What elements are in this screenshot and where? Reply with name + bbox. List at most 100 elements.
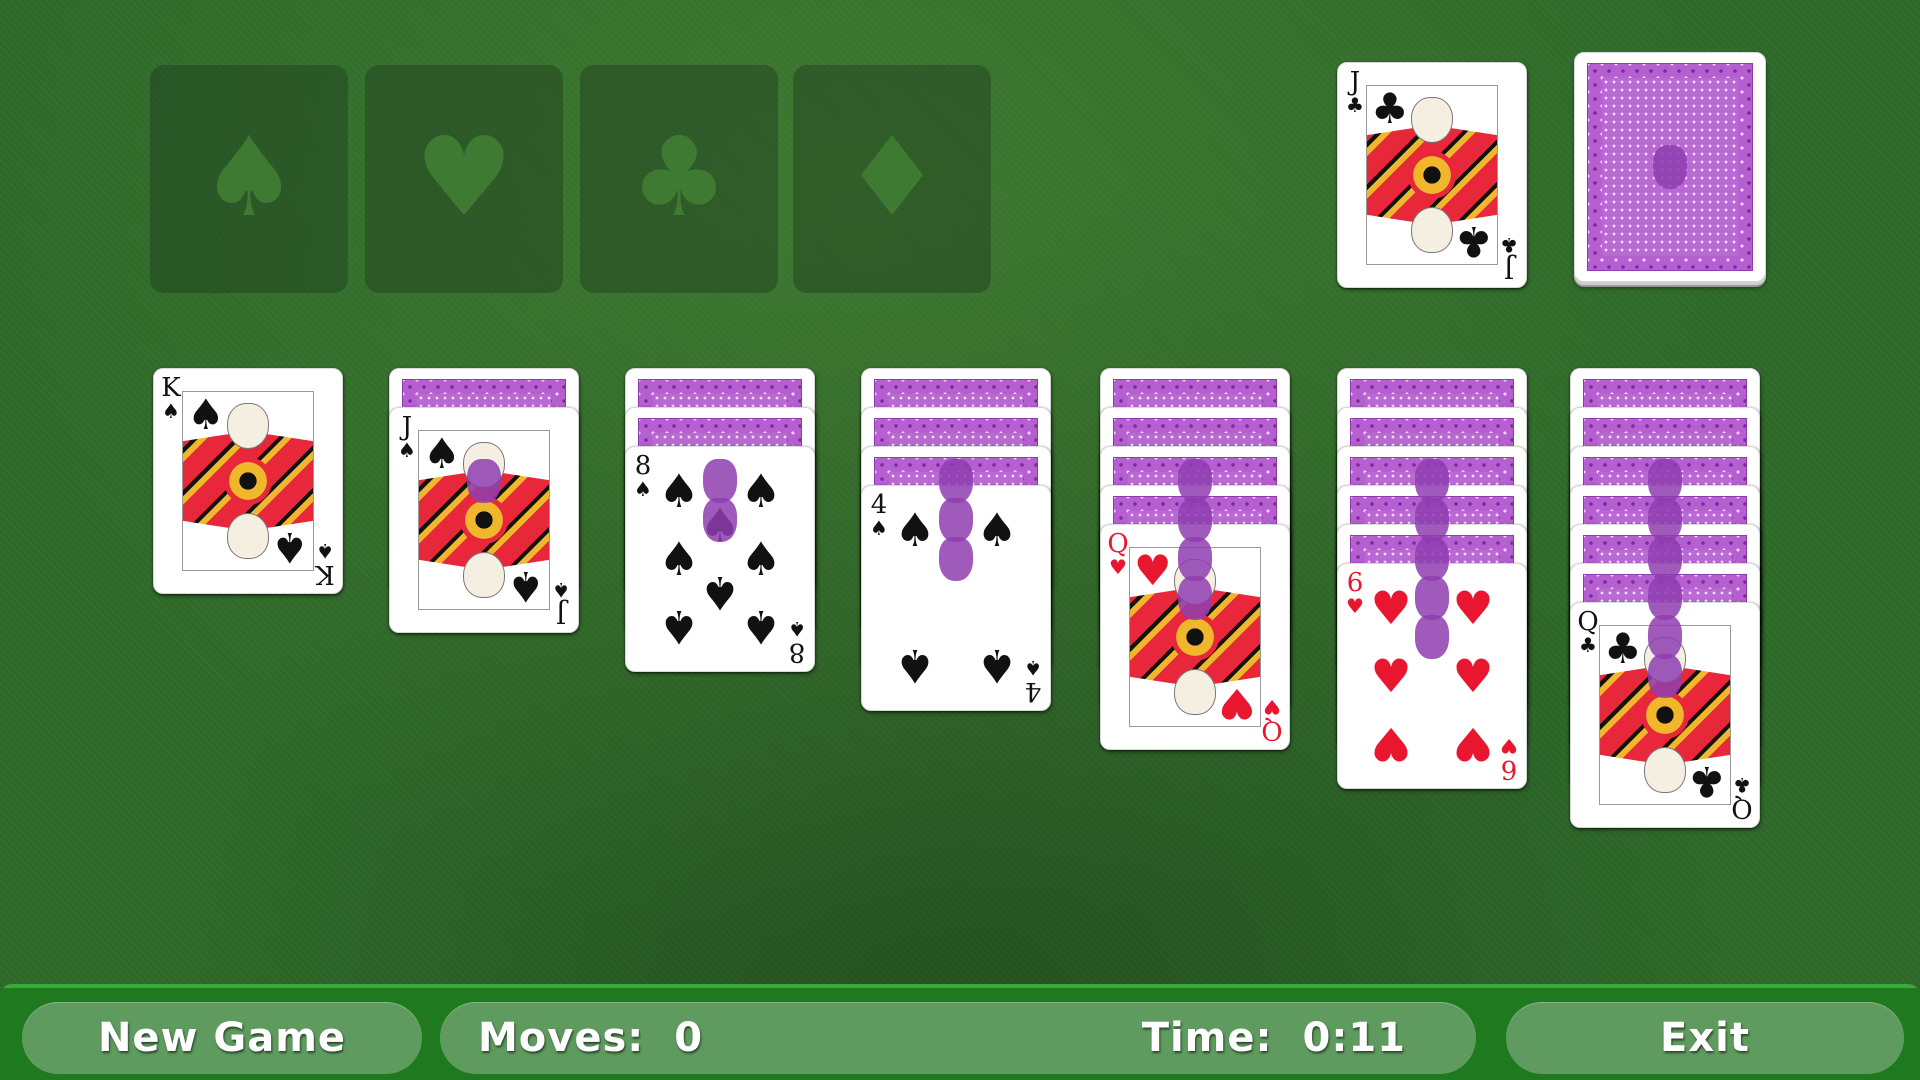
court-face — [227, 402, 269, 449]
card-index-tl: 6 ♥ — [1344, 570, 1366, 616]
club-icon: ♣ — [1455, 217, 1493, 265]
spade-pip-icon: ♠ — [740, 463, 782, 518]
card-index-br: J ♠ — [550, 578, 572, 628]
spade-icon: ♠ — [552, 578, 570, 602]
court-medallion — [1408, 151, 1456, 199]
card-back-emblem-icon — [1178, 576, 1212, 620]
spade-pip-icon: ♠ — [976, 502, 1018, 557]
court-face — [463, 552, 505, 599]
waste-top-card[interactable]: J ♣ J ♣ ♣ ♣ — [1337, 62, 1527, 288]
card-rank: K — [315, 559, 335, 589]
face-up-card[interactable]: K ♠ K ♠ ♠ ♠ — [153, 368, 343, 594]
court-medallion — [224, 457, 272, 505]
card-back-emblem-icon — [1178, 498, 1212, 542]
card-index-br: 4 ♠ — [1022, 656, 1044, 706]
spade-icon: ♠ — [788, 617, 806, 641]
foundation-clubs[interactable]: ♣ — [580, 65, 778, 293]
heart-pip-icon: ♥ — [1452, 649, 1494, 703]
new-game-button[interactable]: New Game — [22, 1002, 422, 1074]
moves-label: Moves: — [478, 1015, 645, 1061]
card-back-emblem-icon — [1648, 498, 1682, 542]
card-back-emblem-icon — [703, 459, 737, 503]
card-rank: 4 — [1024, 676, 1042, 706]
card-rank: 8 — [788, 637, 806, 667]
spade-pip-icon: ♠ — [894, 639, 936, 694]
heart-icon: ♥ — [1218, 679, 1256, 727]
card-back-emblem-icon — [939, 498, 973, 542]
club-icon: ♣ — [629, 112, 729, 241]
card-back-emblem-icon — [1415, 537, 1449, 581]
card-index-br: K ♠ — [314, 539, 336, 589]
spade-icon: ♠ — [271, 523, 309, 571]
card-index-tl: J ♠ — [396, 414, 418, 460]
heart-pip-icon: ♥ — [1370, 580, 1412, 635]
heart-icon: ♥ — [1500, 734, 1518, 758]
spade-pip-icon: ♠ — [740, 532, 782, 586]
time-value: 0:11 — [1302, 1015, 1406, 1061]
court-face — [1411, 96, 1453, 143]
heart-icon: ♥ — [1346, 594, 1364, 618]
card-index-tl: Q ♣ — [1577, 609, 1599, 655]
card-index-tl: 4 ♠ — [868, 492, 890, 538]
court-face — [1174, 669, 1216, 716]
foundation-hearts[interactable]: ♥ — [365, 65, 563, 293]
club-icon: ♣ — [1371, 85, 1409, 133]
game-table: ♠ ♥ ♣ ♦ J♣J♣♣♣ K♠K♠♠♠J♠J♠♠♠8♠8♠♠♠♠♠♠♠♠♠4… — [0, 0, 1920, 1080]
card-back-emblem-icon — [1648, 537, 1682, 581]
court-face — [1411, 207, 1453, 254]
heart-icon: ♥ — [1134, 547, 1172, 595]
bottom-bar: New Game Moves: 0 Time: 0:11 Exit — [0, 984, 1920, 1080]
court-card-artwork: ♠ ♠ — [418, 430, 550, 610]
club-icon: ♣ — [1688, 757, 1726, 805]
card-back-emblem-icon — [467, 459, 501, 503]
spade-icon: ♠ — [634, 477, 652, 501]
card-back-emblem-icon — [1648, 576, 1682, 620]
heart-icon: ♥ — [1263, 695, 1281, 719]
club-icon: ♣ — [1500, 233, 1518, 257]
face-up-card[interactable]: J ♠ J ♠ ♠ ♠ — [389, 407, 579, 633]
card-back-emblem-icon — [1178, 537, 1212, 581]
heart-pip-icon: ♥ — [1452, 580, 1494, 635]
card-back-emblem-icon — [1415, 615, 1449, 659]
foundation-spades[interactable]: ♠ — [150, 65, 348, 293]
spade-icon: ♠ — [187, 391, 225, 439]
exit-label: Exit — [1660, 1015, 1750, 1061]
heart-pip-icon: ♥ — [1370, 649, 1412, 703]
stock-card[interactable] — [1574, 52, 1766, 282]
moves-counter: Moves: 0 — [478, 1015, 703, 1061]
spade-icon: ♠ — [1024, 656, 1042, 680]
card-rank: J — [555, 598, 567, 628]
club-icon: ♣ — [1604, 625, 1642, 673]
spade-pip-icon: ♠ — [894, 502, 936, 557]
diamond-icon: ♦ — [842, 112, 942, 241]
card-back-emblem-icon — [1415, 459, 1449, 503]
card-back-emblem-icon — [1653, 145, 1687, 189]
time-label: Time: — [1141, 1015, 1273, 1061]
card-index-tl: Q ♥ — [1107, 531, 1129, 577]
club-icon: ♣ — [1579, 633, 1597, 657]
spade-pip-icon: ♠ — [740, 600, 782, 655]
spade-icon: ♠ — [199, 112, 299, 241]
card-index-br: J ♣ — [1498, 233, 1520, 283]
spade-icon: ♠ — [316, 539, 334, 563]
heart-pip-icon: ♥ — [1370, 717, 1412, 772]
card-index-br: Q ♣ — [1731, 773, 1753, 823]
spade-icon: ♠ — [870, 516, 888, 540]
card-rank: J — [1503, 253, 1515, 283]
court-card-artwork: ♣ ♣ — [1366, 85, 1498, 265]
foundation-diamonds[interactable]: ♦ — [793, 65, 991, 293]
heart-pip-icon: ♥ — [1452, 717, 1494, 772]
card-index-br: 8 ♠ — [786, 617, 808, 667]
spade-pip-icon: ♠ — [658, 532, 700, 586]
status-panel: Moves: 0 Time: 0:11 — [440, 1002, 1476, 1074]
card-index-br: 6 ♥ — [1498, 734, 1520, 784]
exit-button[interactable]: Exit — [1506, 1002, 1904, 1074]
card-back-emblem-icon — [1415, 576, 1449, 620]
card-rank: Q — [1731, 793, 1753, 823]
spade-icon: ♠ — [162, 399, 180, 423]
card-back-emblem-icon — [1415, 498, 1449, 542]
card-back-emblem-icon — [1648, 459, 1682, 503]
spade-pip-icon: ♠ — [658, 600, 700, 655]
court-face — [227, 513, 269, 560]
court-medallion — [460, 496, 508, 544]
